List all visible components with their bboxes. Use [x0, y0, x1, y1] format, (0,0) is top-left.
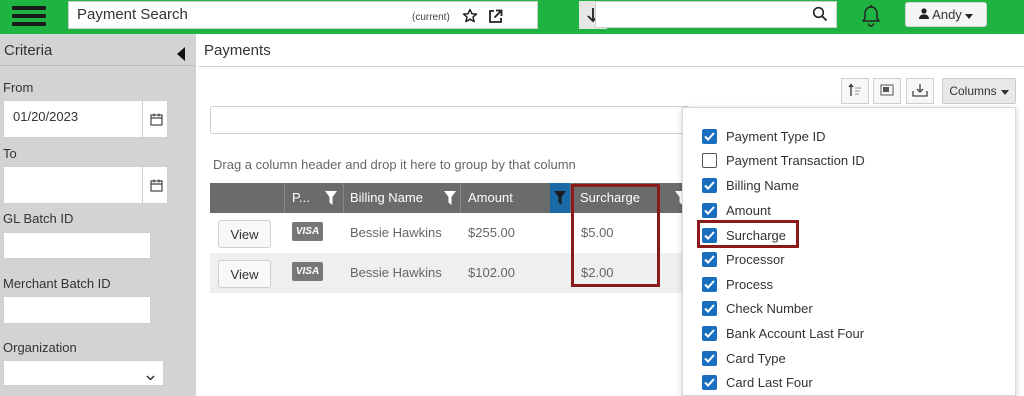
- calendar-icon[interactable]: [142, 167, 170, 203]
- column-option-payment-type-id[interactable]: Payment Type ID: [702, 126, 825, 146]
- amount-filter-active[interactable]: [550, 183, 570, 213]
- merchant-batch-input[interactable]: [3, 296, 151, 324]
- visa-icon: VISA: [292, 262, 323, 281]
- checkbox-checked-icon[interactable]: [702, 276, 717, 292]
- chevron-down-icon: [146, 369, 155, 384]
- column-option-label: Card Type: [726, 350, 786, 366]
- columns-menu: Payment Type ID Payment Transaction ID B…: [682, 107, 1016, 396]
- grid-search-input[interactable]: [210, 106, 690, 134]
- checkbox-checked-icon[interactable]: [702, 202, 717, 218]
- amount-cell: $102.00: [468, 265, 515, 280]
- visa-icon: VISA: [292, 222, 323, 241]
- column-option-amount[interactable]: Amount: [702, 200, 771, 220]
- top-bar: Payment Search (current) Andy: [0, 0, 1024, 34]
- columns-button[interactable]: Columns: [942, 78, 1016, 104]
- from-label: From: [3, 80, 34, 95]
- billing-name-cell: Bessie Hawkins: [350, 225, 442, 240]
- checkbox-checked-icon[interactable]: [702, 251, 717, 267]
- gl-batch-label: GL Batch ID: [3, 211, 74, 226]
- amount-cell: $255.00: [468, 225, 515, 240]
- billing-name-cell: Bessie Hawkins: [350, 265, 442, 280]
- columns-button-label: Columns: [949, 84, 997, 98]
- checkbox-checked-icon[interactable]: [702, 325, 717, 341]
- column-option-label: Payment Type ID: [726, 128, 826, 144]
- column-header-payment-type[interactable]: P...: [292, 183, 310, 213]
- open-external-icon[interactable]: [484, 4, 506, 28]
- divider: [199, 66, 1024, 67]
- column-option-payment-transaction-id[interactable]: Payment Transaction ID: [702, 150, 865, 170]
- column-option-label: Process: [726, 276, 773, 292]
- layout-button[interactable]: [873, 78, 901, 104]
- from-date-value: 01/20/2023: [13, 109, 79, 124]
- user-name: Andy: [932, 7, 962, 22]
- checkbox-checked-icon[interactable]: [702, 128, 717, 144]
- collapse-sidebar-icon[interactable]: [177, 47, 185, 61]
- surcharge-column-highlight: [571, 184, 660, 287]
- gl-batch-input[interactable]: [3, 232, 151, 259]
- from-date-field[interactable]: 01/20/2023: [3, 100, 168, 138]
- page-title: Payment Search: [77, 6, 188, 23]
- caret-down-icon: [1000, 84, 1009, 98]
- column-option-label: Processor: [726, 251, 785, 267]
- column-option-check-number[interactable]: Check Number: [702, 298, 813, 318]
- to-date-field[interactable]: [3, 166, 168, 204]
- organization-select[interactable]: [3, 360, 164, 386]
- column-option-billing-name[interactable]: Billing Name: [702, 175, 799, 195]
- page-title-bar: Payment Search (current): [68, 1, 607, 29]
- column-option-label: Card Last Four: [726, 374, 813, 390]
- layout-icon: [880, 83, 894, 99]
- checkbox-unchecked-icon[interactable]: [702, 152, 717, 168]
- filter-icon[interactable]: [325, 191, 337, 205]
- payments-heading: Payments: [204, 42, 271, 59]
- column-option-card-last-four[interactable]: Card Last Four: [702, 372, 813, 392]
- calendar-icon[interactable]: [142, 101, 170, 137]
- column-option-processor[interactable]: Processor: [702, 249, 785, 269]
- column-option-card-type[interactable]: Card Type: [702, 348, 786, 368]
- current-indicator: (current): [412, 12, 450, 23]
- sort-button[interactable]: [841, 78, 869, 104]
- organization-label: Organization: [3, 340, 77, 355]
- global-search-input[interactable]: [595, 1, 837, 28]
- sidebar-title: Criteria: [4, 42, 53, 59]
- group-by-hint: Drag a column header and drop it here to…: [213, 157, 576, 172]
- export-icon: [912, 83, 928, 100]
- filter-icon[interactable]: [444, 191, 456, 205]
- user-menu-button[interactable]: Andy: [905, 2, 987, 27]
- column-separator: [284, 183, 285, 213]
- criteria-sidebar: Criteria From 01/20/2023 To GL Batch ID …: [0, 34, 196, 396]
- column-option-label: Billing Name: [726, 177, 799, 193]
- sort-icon: [848, 82, 862, 100]
- hamburger-menu-icon[interactable]: [12, 4, 46, 30]
- filter-active-icon: [554, 191, 566, 205]
- column-option-bank-account-last-four[interactable]: Bank Account Last Four: [702, 323, 864, 343]
- surcharge-option-highlight: [697, 220, 799, 248]
- checkbox-checked-icon[interactable]: [702, 177, 717, 193]
- checkbox-checked-icon[interactable]: [702, 374, 717, 390]
- column-option-label: Amount: [726, 202, 771, 218]
- column-separator: [460, 183, 461, 213]
- column-separator: [343, 183, 344, 213]
- to-label: To: [3, 146, 17, 161]
- merchant-batch-label: Merchant Batch ID: [3, 276, 111, 291]
- sidebar-header: Criteria: [0, 34, 196, 66]
- view-button[interactable]: View: [218, 260, 271, 288]
- column-option-label: Check Number: [726, 300, 813, 316]
- user-icon: [919, 7, 930, 22]
- checkbox-checked-icon[interactable]: [702, 350, 717, 366]
- column-header-amount[interactable]: Amount: [468, 183, 513, 213]
- column-option-process[interactable]: Process: [702, 274, 773, 294]
- notifications-bell-icon[interactable]: [861, 4, 881, 31]
- search-icon[interactable]: [812, 6, 828, 25]
- column-header-billing-name[interactable]: Billing Name: [350, 183, 423, 213]
- caret-down-icon: [964, 7, 973, 22]
- star-icon[interactable]: [459, 4, 481, 28]
- column-option-label: Bank Account Last Four: [726, 325, 865, 341]
- column-option-label: Payment Transaction ID: [726, 152, 865, 168]
- export-button[interactable]: [906, 78, 934, 104]
- checkbox-checked-icon[interactable]: [702, 300, 717, 316]
- view-button[interactable]: View: [218, 220, 271, 248]
